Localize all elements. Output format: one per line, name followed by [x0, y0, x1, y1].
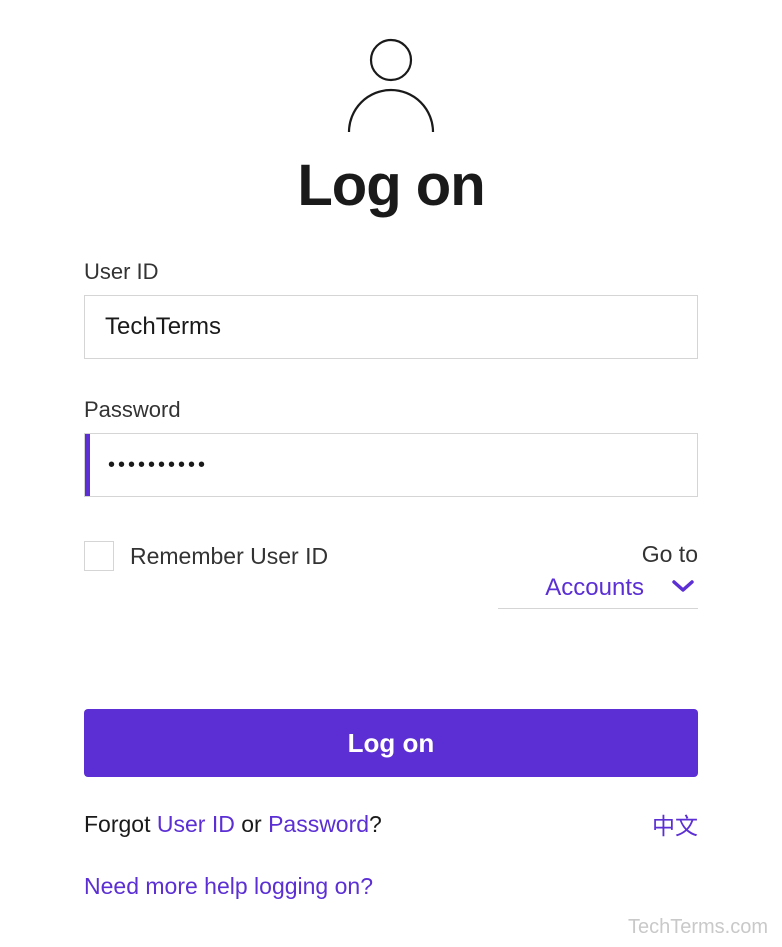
help-row: Need more help logging on? — [84, 873, 698, 900]
password-label: Password — [84, 397, 698, 423]
userid-label: User ID — [84, 259, 698, 285]
page-title: Log on — [84, 152, 698, 219]
remember-checkbox[interactable] — [84, 541, 114, 571]
goto-group: Go to Accounts — [498, 541, 698, 609]
forgot-password-link[interactable]: Password — [268, 811, 369, 837]
password-wrapper — [84, 433, 698, 497]
language-link[interactable]: 中文 — [652, 807, 698, 841]
forgot-text: Forgot User ID or Password? — [84, 811, 382, 838]
login-button[interactable]: Log on — [84, 709, 698, 777]
password-field-group: Password — [84, 397, 698, 497]
user-icon — [84, 38, 698, 134]
goto-select[interactable]: Accounts — [498, 572, 698, 609]
forgot-userid-link[interactable]: User ID — [157, 811, 235, 837]
forgot-prefix: Forgot — [84, 811, 157, 837]
remember-group: Remember User ID — [84, 541, 328, 571]
userid-field-group: User ID — [84, 259, 698, 359]
remember-label: Remember User ID — [130, 543, 328, 570]
forgot-links-row: Forgot User ID or Password? 中文 — [84, 807, 698, 841]
forgot-middle: or — [235, 811, 268, 837]
userid-input[interactable] — [84, 295, 698, 359]
password-input[interactable] — [90, 434, 697, 496]
watermark: TechTerms.com — [628, 916, 768, 939]
goto-label: Go to — [498, 541, 698, 568]
options-row: Remember User ID Go to Accounts — [84, 541, 698, 609]
help-link[interactable]: Need more help logging on? — [84, 873, 373, 899]
goto-selected-value: Accounts — [545, 574, 644, 602]
login-form: Log on User ID Password Remember User ID… — [0, 0, 782, 900]
chevron-down-icon — [672, 579, 694, 598]
forgot-suffix: ? — [369, 811, 382, 837]
